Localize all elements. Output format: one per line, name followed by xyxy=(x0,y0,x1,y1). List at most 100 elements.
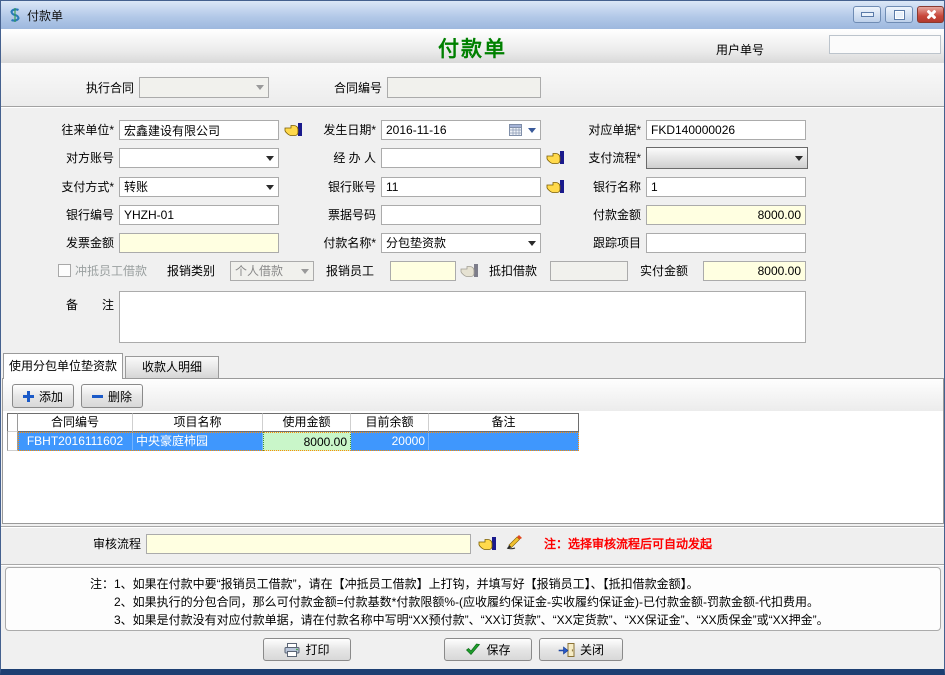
actual-amount-input[interactable] xyxy=(703,261,806,281)
offset-loan-checkbox[interactable] xyxy=(58,264,71,277)
app-icon xyxy=(7,7,23,23)
maximize-button[interactable] xyxy=(885,6,913,23)
calendar-icon[interactable] xyxy=(509,124,522,136)
tab-subcontract-advance[interactable]: 使用分包单位垫资款 xyxy=(3,353,123,379)
plus-icon xyxy=(23,391,34,402)
contract-panel: 执行合同 合同编号 xyxy=(1,63,944,107)
window-title: 付款单 xyxy=(27,7,63,24)
chevron-down-icon xyxy=(297,263,312,279)
opp-account-label: 对方账号 xyxy=(1,148,114,168)
bank-code-label: 银行编号 xyxy=(1,205,114,225)
exec-contract-label: 执行合同 xyxy=(21,78,134,98)
table-row[interactable]: FBHT2016111602 中央豪庭柿园 8000.00 20000 xyxy=(7,432,579,451)
offset-loan-label: 冲抵员工借款 xyxy=(75,261,147,281)
deduct-loan-input[interactable] xyxy=(550,261,628,281)
cell-used-amount: 8000.00 xyxy=(263,432,351,451)
form-header: 付款单 用户单号 xyxy=(1,29,944,64)
ref-doc-label: 对应单据* xyxy=(546,120,641,140)
close-icon xyxy=(925,9,936,20)
user-no-input[interactable] xyxy=(829,35,941,54)
contract-no-input[interactable] xyxy=(387,77,541,98)
occur-date-field[interactable]: 2016-11-16 xyxy=(381,120,541,140)
chevron-down-icon[interactable] xyxy=(525,122,539,138)
picker-hand-icon[interactable] xyxy=(460,263,479,278)
pay-method-label: 支付方式* xyxy=(1,177,114,197)
grid-header-cell[interactable]: 合同编号 xyxy=(18,413,133,432)
exec-contract-select[interactable] xyxy=(139,77,269,98)
occur-date-label: 发生日期* xyxy=(281,120,376,140)
chevron-down-icon xyxy=(262,150,277,166)
detail-panel: 添加 删除 合同编号 项目名称 使用金额 目前余额 备注 FBHT2016111… xyxy=(2,378,944,524)
delete-button[interactable]: 删除 xyxy=(81,384,143,408)
track-project-input[interactable] xyxy=(646,233,806,253)
signature-pen-icon[interactable] xyxy=(505,532,523,550)
pay-amount-input[interactable] xyxy=(646,205,806,225)
bank-account-input[interactable] xyxy=(381,177,541,197)
close-button[interactable] xyxy=(917,6,944,23)
bank-name-label: 银行名称 xyxy=(546,177,641,197)
minus-icon xyxy=(92,391,103,402)
expense-type-value: 个人借款 xyxy=(235,264,283,278)
handler-input[interactable] xyxy=(381,148,541,168)
chevron-down-icon xyxy=(262,179,277,195)
expense-type-label: 报销类别 xyxy=(167,261,215,281)
printer-icon xyxy=(284,643,300,657)
note-line-2: 2、如果执行的分包合同，那么可付款金额=付款基数*付款限额%-(应收履约保证金-… xyxy=(6,593,940,611)
close-form-button-label: 关闭 xyxy=(580,641,604,658)
cell-remark xyxy=(429,432,579,451)
audit-flow-input[interactable] xyxy=(146,534,471,554)
opp-account-select[interactable] xyxy=(119,148,279,168)
payment-form-window: 付款单 付款单 用户单号 执行合同 合同编号 往来单位* 发生日期* 2016-… xyxy=(0,0,945,675)
close-form-button[interactable]: 关闭 xyxy=(539,638,623,661)
tab-payee-details[interactable]: 收款人明细 xyxy=(125,356,219,378)
expense-type-select[interactable]: 个人借款 xyxy=(230,261,314,281)
save-button[interactable]: 保存 xyxy=(444,638,532,661)
cell-contract-no: FBHT2016111602 xyxy=(18,432,133,451)
print-button-label: 打印 xyxy=(305,641,329,658)
pay-flow-select[interactable] xyxy=(646,147,808,169)
grid-header-cell[interactable]: 使用金额 xyxy=(263,413,351,432)
remark-label: 备 注 xyxy=(1,295,114,315)
chevron-down-icon xyxy=(524,235,539,251)
grid-header-cell[interactable]: 备注 xyxy=(429,413,579,432)
notes-panel: 注：1、如果在付款中要“报销员工借款”，请在【冲抵员工借款】上打钩，并填写好【报… xyxy=(5,567,941,631)
audit-band xyxy=(1,526,944,565)
grid-header-cell[interactable]: 目前余额 xyxy=(351,413,429,432)
bank-name-input[interactable] xyxy=(646,177,806,197)
note-line-3: 3、如果是付款没有对应付款单据，请在付款名称中写明“XX预付款”、“XX订货款”… xyxy=(6,611,940,629)
contract-no-label: 合同编号 xyxy=(287,78,382,98)
tab-label: 收款人明细 xyxy=(142,360,202,374)
counterpart-input[interactable] xyxy=(119,120,279,140)
pay-method-value: 转账 xyxy=(124,180,148,194)
pay-name-select[interactable]: 分包垫资款 xyxy=(381,233,541,253)
grid-header-row: 合同编号 项目名称 使用金额 目前余额 备注 xyxy=(7,413,579,432)
grid-header-cell[interactable]: 项目名称 xyxy=(133,413,263,432)
pay-name-label: 付款名称* xyxy=(281,233,376,253)
check-icon xyxy=(465,643,481,656)
save-button-label: 保存 xyxy=(486,641,510,658)
add-button-label: 添加 xyxy=(39,388,63,405)
expense-staff-input[interactable] xyxy=(390,261,456,281)
chevron-down-icon xyxy=(252,79,267,96)
bank-account-label: 银行账号 xyxy=(281,177,376,197)
bill-no-input[interactable] xyxy=(381,205,541,225)
deduct-loan-label: 抵扣借款 xyxy=(489,261,537,281)
handler-label: 经 办 人 xyxy=(281,148,376,168)
picker-hand-icon[interactable] xyxy=(478,536,497,551)
audit-flow-label: 审核流程 xyxy=(41,534,141,554)
detail-toolbar xyxy=(3,379,943,411)
minimize-button[interactable] xyxy=(853,6,881,23)
add-button[interactable]: 添加 xyxy=(12,384,74,408)
door-icon xyxy=(558,643,575,657)
title-bar: 付款单 xyxy=(1,1,944,30)
pay-flow-label: 支付流程* xyxy=(546,148,641,168)
pay-method-select[interactable]: 转账 xyxy=(119,177,279,197)
invoice-amount-input[interactable] xyxy=(119,233,279,253)
bill-no-label: 票据号码 xyxy=(281,205,376,225)
occur-date-value: 2016-11-16 xyxy=(386,123,447,137)
remark-textarea[interactable] xyxy=(119,291,806,343)
ref-doc-input[interactable] xyxy=(646,120,806,140)
print-button[interactable]: 打印 xyxy=(263,638,351,661)
audit-note: 注：选择审核流程后可自动发起 xyxy=(544,534,712,554)
bank-code-input[interactable] xyxy=(119,205,279,225)
